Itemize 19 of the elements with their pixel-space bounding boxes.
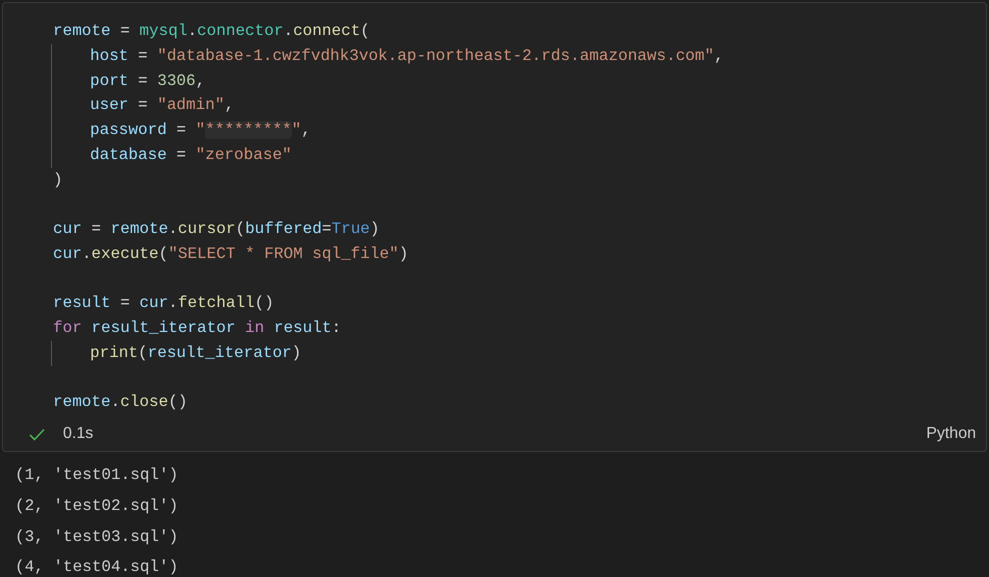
execution-time: 0.1s <box>63 424 94 444</box>
code-line: ) <box>52 170 63 190</box>
code-line: user = "admin", <box>51 93 234 118</box>
code-line: password = "*********", <box>51 118 311 143</box>
code-line: cur = remote.cursor(buffered=True) <box>52 219 380 240</box>
code-line: cur.execute("SELECT * FROM sql_file") <box>52 244 408 265</box>
output-line: (2, 'test02.sql') <box>15 496 178 518</box>
code-line: database = "zerobase" <box>51 142 292 168</box>
code-line: port = 3306, <box>51 68 206 94</box>
code-line: for result_iterator in result: <box>52 318 342 339</box>
code-line: host = "database-1.cwzfvdhk3vok.ap-northeast-2.rds.amazonaws.com", <box>51 44 724 68</box>
output-line: (1, 'test01.sql') <box>15 465 178 486</box>
language-label[interactable]: Python <box>926 422 976 446</box>
code-line: remote = mysql.connector.connect( <box>52 21 370 42</box>
output-line: (3, 'test03.sql') <box>15 526 178 548</box>
output-line: (4, 'test04.sql') <box>15 557 178 577</box>
code-line: result = cur.fetchall() <box>52 293 274 314</box>
code-line: print(result_iterator) <box>51 340 302 366</box>
code-line: remote.close() <box>52 392 188 414</box>
